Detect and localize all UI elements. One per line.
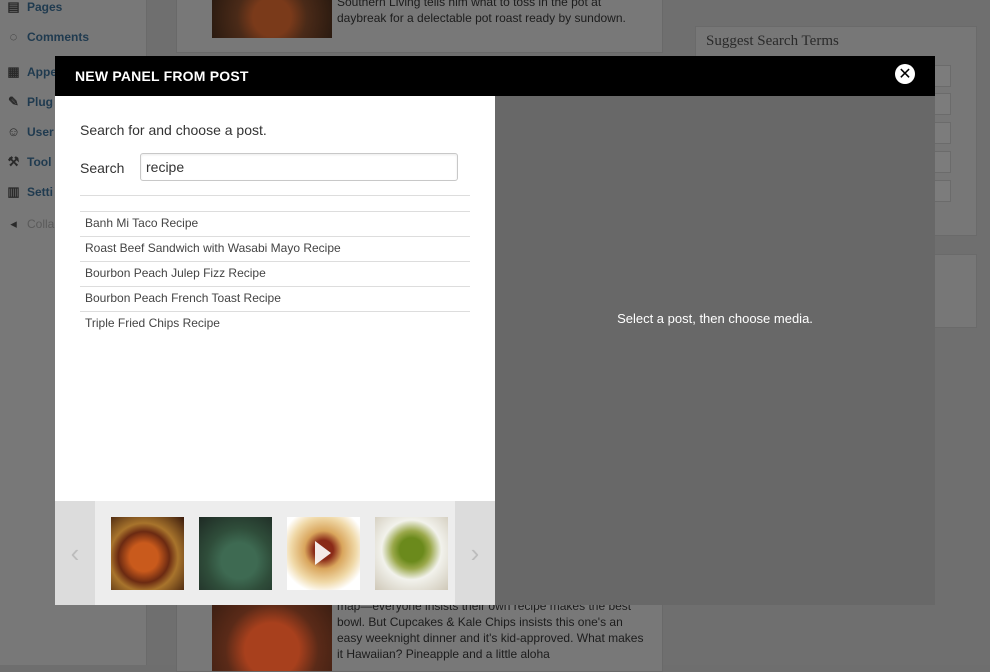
post-card: Southern Living tells him what to toss i…	[176, 0, 663, 53]
post-search-pane: Search for and choose a post. Search Ban…	[55, 96, 495, 501]
plugins-icon: ✎	[8, 94, 19, 109]
menu-item-appearance[interactable]: ▦ Appe	[6, 62, 57, 82]
comments-icon: ◌	[9, 29, 18, 44]
chevron-left-icon: ‹	[70, 537, 80, 568]
close-button[interactable]: ✕	[895, 64, 915, 84]
menu-item-label: Plug	[27, 95, 53, 109]
media-hint: Select a post, then choose media.	[617, 311, 813, 326]
appearance-icon: ▦	[7, 64, 20, 79]
menu-item-label: Setti	[27, 185, 54, 199]
post-thumbnail	[212, 0, 332, 38]
tools-icon: ⚒	[7, 154, 20, 169]
menu-item-users[interactable]: ☺ User	[6, 122, 54, 142]
menu-item-label: Comments	[27, 30, 90, 44]
media-pane: Select a post, then choose media.	[495, 96, 935, 605]
menu-item-label: User	[27, 125, 54, 139]
modal-title: NEW PANEL FROM POST	[75, 68, 249, 84]
result-item[interactable]: Bourbon Peach Julep Fizz Recipe	[80, 262, 470, 287]
chevron-right-icon: ›	[470, 537, 480, 568]
search-label: Search	[80, 160, 125, 176]
pages-icon: ▤	[7, 0, 20, 14]
menu-item-settings[interactable]: ▥ Setti	[6, 182, 53, 202]
post-thumbnail	[212, 601, 332, 671]
search-results-list: Banh Mi Taco Recipe Roast Beef Sandwich …	[80, 211, 470, 336]
result-item[interactable]: Triple Fried Chips Recipe	[80, 312, 470, 336]
result-item[interactable]: Roast Beef Sandwich with Wasabi Mayo Rec…	[80, 237, 470, 262]
media-thumbnail[interactable]	[375, 517, 448, 590]
media-carousel: ‹ ›	[55, 501, 495, 605]
modal-header: NEW PANEL FROM POST ✕	[55, 56, 935, 96]
close-icon: ✕	[898, 64, 912, 83]
widget-title: Suggest Search Terms	[706, 33, 839, 49]
menu-item-tools[interactable]: ⚒ Tool	[6, 152, 52, 172]
carousel-prev-button[interactable]: ‹	[55, 501, 95, 605]
menu-item-label: Appe	[27, 65, 57, 79]
result-item[interactable]: Banh Mi Taco Recipe	[80, 212, 470, 237]
search-input[interactable]	[140, 153, 458, 181]
media-thumbnail[interactable]	[199, 517, 272, 590]
collapse-icon: ◂	[10, 216, 17, 231]
menu-item-label: Colla	[27, 217, 55, 231]
settings-icon: ▥	[7, 184, 20, 199]
play-icon	[315, 541, 331, 565]
menu-item-plugins[interactable]: ✎ Plug	[6, 92, 53, 112]
post-excerpt: Southern Living tells him what to toss i…	[337, 0, 626, 25]
users-icon: ☺	[6, 124, 21, 139]
post-excerpt: map—everyone insists their own recipe ma…	[337, 599, 644, 661]
menu-item-label: Tool	[27, 155, 52, 169]
media-thumbnail[interactable]	[111, 517, 184, 590]
menu-item-pages[interactable]: ▤ Pages	[6, 0, 62, 17]
new-panel-modal: NEW PANEL FROM POST ✕ Search for and cho…	[55, 56, 935, 605]
carousel-next-button[interactable]: ›	[455, 501, 495, 605]
divider	[80, 195, 470, 196]
result-item[interactable]: Bourbon Peach French Toast Recipe	[80, 287, 470, 312]
menu-item-comments[interactable]: ◌ Comments	[6, 27, 89, 47]
menu-collapse[interactable]: ◂ Colla	[6, 214, 54, 234]
search-instruction: Search for and choose a post.	[80, 122, 267, 138]
media-thumbnail[interactable]	[287, 517, 360, 590]
menu-item-label: Pages	[27, 0, 63, 14]
